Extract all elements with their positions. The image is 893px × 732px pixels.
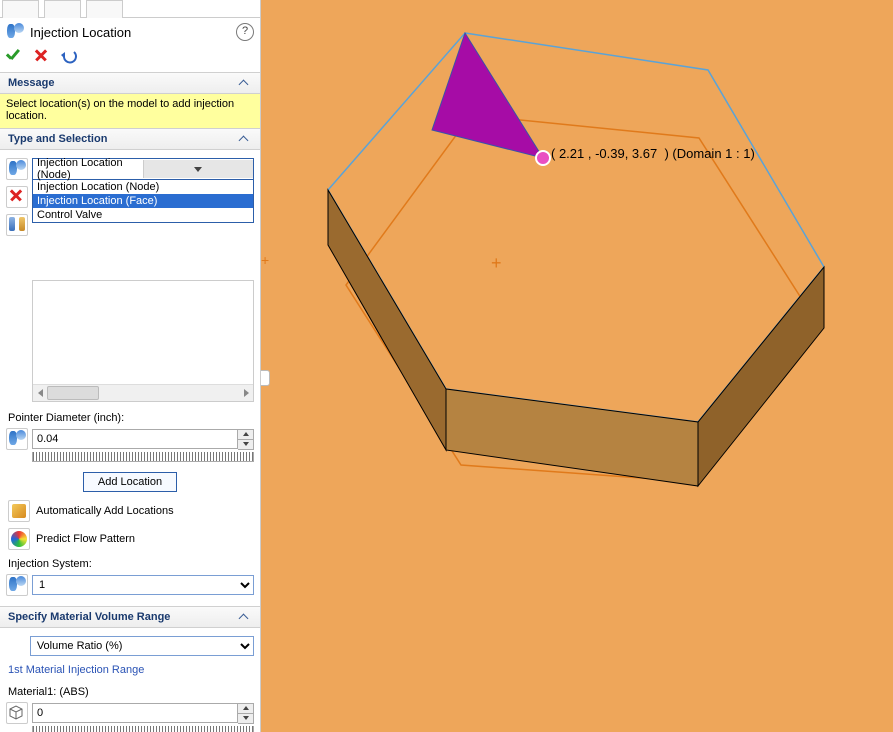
predict-flow-row[interactable]: Predict Flow Pattern xyxy=(6,524,254,552)
type-dropdown[interactable]: Injection Location (Node) Injection Loca… xyxy=(32,158,254,223)
spin-up-icon[interactable] xyxy=(238,430,253,440)
panel-title-row: Injection Location ? xyxy=(0,18,260,44)
diameter-icon-column xyxy=(6,428,28,450)
type-dropdown-selected: Injection Location (Node) xyxy=(33,157,143,181)
panel-tabs xyxy=(0,0,260,18)
type-dropdown-list: Injection Location (Node) Injection Loca… xyxy=(32,180,254,223)
panel-title: Injection Location xyxy=(30,25,131,40)
pointer-diameter-spinner xyxy=(32,429,254,450)
tab[interactable] xyxy=(44,0,81,18)
type-icon-column xyxy=(6,158,28,236)
injection-system-icon xyxy=(6,574,28,596)
predict-flow-icon xyxy=(8,528,30,550)
predict-flow-label: Predict Flow Pattern xyxy=(36,533,135,545)
spin-up-icon[interactable] xyxy=(238,704,253,714)
type-option-node[interactable]: Injection Location (Node) xyxy=(33,180,253,194)
delete-type-icon[interactable] xyxy=(6,186,28,208)
section-message-title: Message xyxy=(8,77,54,89)
section-material-body: Volume Ratio (%) 1st Material Injection … xyxy=(0,628,260,732)
message-box: Select location(s) on the model to add i… xyxy=(0,94,260,128)
chevron-up-icon xyxy=(238,77,252,89)
mirror-type-icon[interactable] xyxy=(6,214,28,236)
node-type-icon[interactable] xyxy=(6,158,28,180)
diameter-icon xyxy=(6,428,28,450)
chevron-up-icon xyxy=(238,133,252,145)
model-canvas[interactable] xyxy=(261,0,893,732)
chevron-down-icon[interactable] xyxy=(143,160,254,178)
material-from-input[interactable] xyxy=(32,703,238,723)
axis-marker-icon: + xyxy=(261,252,269,268)
auto-add-row[interactable]: Automatically Add Locations xyxy=(6,496,254,524)
tab[interactable] xyxy=(86,0,123,18)
undo-icon[interactable] xyxy=(60,48,80,64)
injection-system-select[interactable]: 1 xyxy=(32,575,254,595)
material-from-spinner xyxy=(32,703,254,724)
cube-icon xyxy=(6,702,28,724)
command-row xyxy=(0,44,260,73)
help-icon[interactable]: ? xyxy=(236,23,254,41)
injection-location-icon xyxy=(6,23,24,41)
pointer-diameter-label: Pointer Diameter (inch): xyxy=(6,410,254,426)
section-material-title: Specify Material Volume Range xyxy=(8,611,170,623)
spin-down-icon[interactable] xyxy=(238,440,253,449)
scroll-thumb[interactable] xyxy=(47,386,99,400)
section-type-title: Type and Selection xyxy=(8,133,107,145)
injection-system-icon-col xyxy=(6,574,28,596)
scroll-left-icon[interactable] xyxy=(33,385,47,401)
material1-label: Material1: (ABS) xyxy=(6,684,254,700)
spinner-buttons xyxy=(238,703,254,724)
tab[interactable] xyxy=(2,0,39,18)
viewport-3d[interactable]: + + ( 2.21 , -0.39, 3.67 ) (Domain 1 : 1… xyxy=(261,0,893,732)
section-type-header[interactable]: Type and Selection xyxy=(0,128,260,150)
ok-icon[interactable] xyxy=(6,50,22,62)
spinner-buttons xyxy=(238,429,254,450)
add-location-button[interactable]: Add Location xyxy=(83,472,177,492)
auto-add-icon xyxy=(8,500,30,522)
chevron-up-icon xyxy=(238,611,252,623)
section-message-header[interactable]: Message xyxy=(0,73,260,94)
view-center-icon: + xyxy=(491,253,502,274)
type-option-valve[interactable]: Control Valve xyxy=(33,208,253,222)
scroll-right-icon[interactable] xyxy=(239,385,253,401)
material-from-icon-col xyxy=(6,702,28,724)
cancel-icon[interactable] xyxy=(34,49,48,63)
add-location-row: Add Location xyxy=(6,472,254,492)
volume-ratio-select[interactable]: Volume Ratio (%) xyxy=(30,636,254,656)
diameter-slider[interactable] xyxy=(32,452,254,462)
section-material-header[interactable]: Specify Material Volume Range xyxy=(0,606,260,628)
type-dropdown-head[interactable]: Injection Location (Node) xyxy=(32,158,254,180)
property-panel: Injection Location ? Message Select loca… xyxy=(0,0,261,732)
section-type-body: Injection Location (Node) Injection Loca… xyxy=(0,150,260,606)
auto-add-label: Automatically Add Locations xyxy=(36,505,174,517)
pointer-diameter-input[interactable] xyxy=(32,429,238,449)
horizontal-scrollbar[interactable] xyxy=(33,384,253,401)
material-range-link[interactable]: 1st Material Injection Range xyxy=(6,662,254,678)
spin-down-icon[interactable] xyxy=(238,714,253,723)
coordinate-annotation: ( 2.21 , -0.39, 3.67 ) (Domain 1 : 1) xyxy=(551,146,755,161)
material-from-slider[interactable] xyxy=(32,726,254,732)
type-option-face[interactable]: Injection Location (Face) xyxy=(33,194,253,208)
location-listbox[interactable] xyxy=(32,280,254,402)
injection-system-label: Injection System: xyxy=(6,556,254,572)
injection-node-marker[interactable] xyxy=(536,151,550,165)
